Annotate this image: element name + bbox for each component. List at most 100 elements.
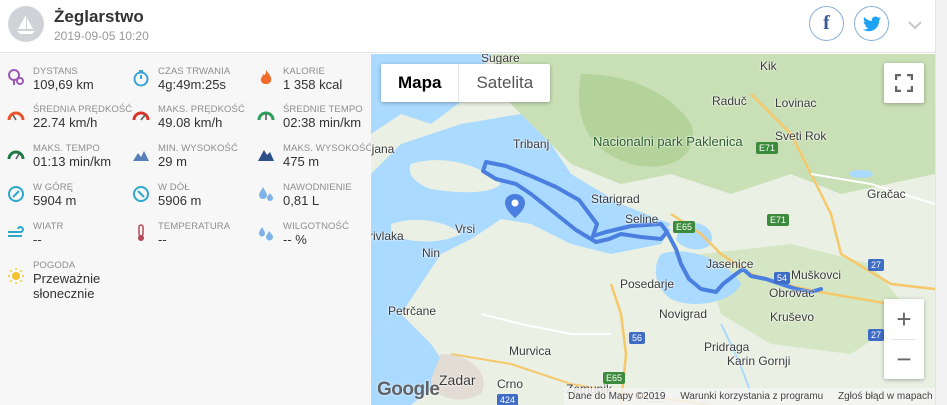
place-label: Murvica (509, 344, 552, 358)
stat-value: 02:38 min/km (283, 115, 362, 130)
road-shield: E65 (603, 372, 626, 384)
stat-label: WIATR (33, 221, 64, 232)
place-label: Nacionalni park Paklenica (593, 134, 743, 149)
speedometer-icon (256, 106, 276, 126)
stat-weather: POGODA Przeważnie słonecznie (0, 260, 160, 310)
stat-label: MAKS. WYSOKOŚĆ (283, 143, 373, 154)
activity-title: Żeglarstwo (54, 7, 144, 26)
stat-label: WILGOTNOŚĆ (283, 221, 349, 232)
place-label: Gračac (867, 187, 906, 201)
google-logo[interactable]: Google (377, 379, 440, 401)
stat-value: Przeważnie (33, 271, 101, 286)
stat-label: MIN. WYSOKOŚĆ (158, 143, 238, 154)
zoom-in-button[interactable]: + (884, 299, 924, 339)
stat-calories: KALORIE 1 358 kcal (250, 66, 374, 106)
road-shield: E65 (673, 221, 696, 233)
place-label: Jasenice (706, 257, 754, 271)
stat-label: POGODA (33, 260, 76, 271)
stat-value: 22.74 km/h (33, 115, 98, 130)
place-label: Kruševo (770, 310, 815, 324)
stat-value: 1 358 kcal (283, 77, 343, 92)
mountain-icon (256, 145, 276, 165)
stat-value: -- (33, 232, 42, 247)
map-type-satellite-button[interactable]: Satelita (459, 64, 550, 102)
flame-icon (256, 68, 276, 88)
place-label: Seline (625, 212, 659, 226)
stat-label: W DÓŁ (158, 182, 190, 193)
sun-icon (6, 266, 26, 286)
droplets-icon (256, 184, 276, 204)
fullscreen-icon (895, 74, 913, 92)
place-label: Novigrad (659, 307, 708, 321)
stat-min-altitude: MIN. WYSOKOŚĆ 29 m (125, 143, 249, 183)
stat-value: 0,81 L (283, 193, 320, 208)
terms-link[interactable]: Warunki korzystania z programu (680, 391, 823, 402)
stat-value: 5904 m (33, 193, 77, 208)
sailing-icon (8, 6, 44, 42)
page-scrollbar[interactable] (935, 0, 947, 405)
stat-label: TEMPERATURA (158, 221, 231, 232)
place-label: Pridraga (704, 340, 750, 354)
road-shield: 56 (629, 332, 646, 344)
stat-value: 109,69 km (33, 77, 94, 92)
twitter-share-button[interactable] (854, 6, 889, 41)
expand-button[interactable] (904, 14, 926, 36)
stat-label: KALORIE (283, 66, 325, 77)
road-shield: 54 (774, 272, 791, 284)
speedometer-icon (6, 145, 26, 165)
stat-avg-speed: ŚREDNIA PRĘDKOŚĆ 22.74 km/h (0, 104, 132, 144)
stat-value: 49.08 km/h (158, 115, 223, 130)
stopwatch-icon (131, 68, 151, 88)
stat-value: -- % (283, 232, 307, 247)
place-label: Zadar (439, 372, 476, 388)
speedometer-icon (131, 106, 151, 126)
stat-label: ŚREDNIE TEMPO (283, 104, 363, 115)
place-label: Tribanj (513, 137, 550, 151)
stat-avg-pace: ŚREDNIE TEMPO 02:38 min/km (250, 104, 374, 144)
map-pin-icon (6, 68, 26, 88)
zoom-out-button[interactable]: − (884, 339, 924, 379)
place-label: Muškovci (791, 268, 842, 282)
place-label: Vrsi (455, 222, 476, 236)
facebook-share-button[interactable]: f (809, 6, 844, 41)
chevron-down-icon (908, 20, 922, 29)
route-map[interactable]: Šugare Kik Raduč Lovinac Tribanj Naciona… (371, 54, 935, 405)
map-type-control: Mapa Satelita (381, 64, 551, 102)
road-shield: E71 (756, 142, 779, 154)
stats-panel: DYSTANS 109,69 km CZAS TRWANIA 4g:49m:25… (0, 54, 374, 405)
place-label: rivlaka (371, 229, 404, 243)
place-label: Kik (760, 59, 777, 73)
stat-ascent: W GÓRĘ 5904 m (0, 182, 124, 222)
stat-value: 29 m (158, 154, 187, 169)
road-shield: 27 (868, 329, 885, 341)
stat-duration: CZAS TRWANIA 4g:49m:25s (125, 66, 249, 106)
stat-label: CZAS TRWANIA (158, 66, 231, 77)
road-shield: E71 (767, 214, 790, 226)
stat-max-pace: MAKS. TEMPO 01:13 min/km (0, 143, 124, 183)
zoom-control: + − (884, 299, 924, 379)
report-error-link[interactable]: Zgłoś błąd w mapach (838, 391, 933, 402)
place-label: Crno (497, 377, 524, 391)
stat-value: 475 m (283, 154, 320, 169)
fullscreen-button[interactable] (884, 63, 924, 103)
zoom-divider (892, 339, 916, 340)
stat-wind: WIATR -- (0, 221, 124, 261)
compass-icon (6, 184, 26, 204)
road-shield: 27 (868, 259, 885, 271)
map-data-credit: Dane do Mapy ©2019 (568, 391, 666, 402)
place-label: Lovinac (775, 96, 817, 110)
stat-label: W GÓRĘ (33, 182, 74, 193)
stat-value: -- (158, 232, 167, 247)
facebook-icon: f (823, 12, 830, 34)
stat-label: NAWODNIENIE (283, 182, 352, 193)
place-label: Raduč (712, 94, 747, 108)
map-type-map-button[interactable]: Mapa (381, 64, 460, 102)
map-attribution: Dane do Mapy ©2019 Warunki korzystania z… (564, 388, 935, 405)
place-label: Obrovac (769, 286, 815, 300)
stat-max-altitude: MAKS. WYSOKOŚĆ 475 m (250, 143, 374, 183)
stat-hydration: NAWODNIENIE 0,81 L (250, 182, 374, 222)
wind-icon (6, 223, 26, 243)
place-label: Sveti Rok (775, 129, 827, 143)
stat-temperature: TEMPERATURA -- (125, 221, 249, 261)
place-label: Petrčane (388, 304, 437, 318)
